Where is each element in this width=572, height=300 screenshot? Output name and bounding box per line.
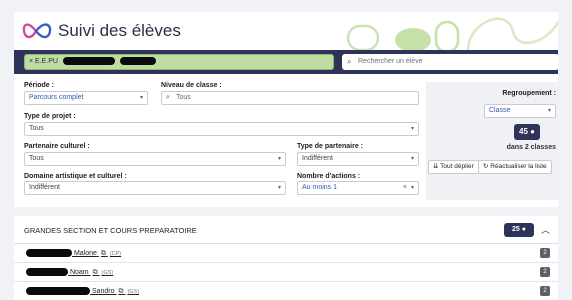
filter-panel: Période : Parcours complet ▾ Niveau de c… bbox=[14, 74, 560, 207]
student-name-link[interactable]: Malone ⧉ (CP) bbox=[26, 249, 121, 258]
student-list: GRANDES SECTION ET COURS PREPARATOIRE 25… bbox=[14, 216, 558, 300]
caret-down-icon: ▾ bbox=[410, 126, 414, 132]
app-title: Suivi des élèves bbox=[58, 21, 181, 40]
grouping-select[interactable]: Classe ▾ bbox=[484, 104, 556, 118]
caret-down-icon: ▾ bbox=[277, 156, 281, 162]
student-name: Malone bbox=[73, 249, 97, 257]
type-projet-value: Tous bbox=[29, 125, 44, 132]
chevron-up-icon[interactable]: ︿ bbox=[541, 223, 550, 236]
section-header[interactable]: GRANDES SECTION ET COURS PREPARATOIRE 25… bbox=[14, 216, 558, 244]
redacted-name bbox=[119, 57, 156, 66]
student-level: (GS) bbox=[127, 288, 140, 295]
decorative-shapes bbox=[346, 17, 558, 52]
domaine-label: Domaine artistique et culturel : bbox=[24, 173, 127, 180]
section-count-badge: 25 ● bbox=[504, 223, 534, 237]
nb-actions-value: Au moins 1 bbox=[302, 184, 338, 191]
action-count-badge: 2 bbox=[540, 267, 550, 277]
caret-down-icon: ▾ bbox=[547, 108, 551, 114]
redacted-name bbox=[26, 268, 68, 276]
logo-icon bbox=[22, 23, 52, 39]
user-icon: ● bbox=[530, 127, 535, 136]
niveau-label: Niveau de classe : bbox=[161, 82, 222, 89]
niveau-placeholder: Tous bbox=[176, 94, 191, 101]
external-link-icon: ⧉ bbox=[92, 268, 98, 276]
refresh-list-label: Réactualiser la liste bbox=[490, 163, 547, 170]
student-name-link[interactable]: Noam ⧉ (GS) bbox=[26, 268, 113, 277]
search-icon: ⌕ bbox=[347, 57, 352, 66]
periode-select[interactable]: Parcours complet ▾ bbox=[24, 91, 148, 105]
type-partenaire-select[interactable]: Indifférent ▾ bbox=[297, 152, 419, 166]
external-link-icon: ⧉ bbox=[100, 249, 106, 257]
expand-all-button[interactable]: ⇊ Tout déplier bbox=[428, 160, 479, 174]
caret-down-icon: ▾ bbox=[139, 95, 143, 101]
app-header: Suivi des élèves bbox=[14, 12, 558, 52]
redacted-name bbox=[26, 249, 72, 257]
expand-icon: ⇊ bbox=[433, 163, 439, 170]
caret-down-icon: ▾ bbox=[277, 185, 281, 191]
filter-chip-label: × E.E.PU bbox=[29, 58, 58, 65]
partenaire-label: Partenaire culturel : bbox=[24, 143, 90, 150]
grouping-value: Classe bbox=[489, 107, 511, 114]
partenaire-value: Tous bbox=[29, 155, 44, 162]
type-projet-select[interactable]: Tous ▾ bbox=[24, 122, 419, 136]
user-icon: ● bbox=[521, 226, 526, 233]
expand-all-label: Tout déplier bbox=[440, 163, 474, 170]
external-link-icon: ⧉ bbox=[118, 287, 124, 295]
establishment-filter-input[interactable]: × E.E.PU bbox=[24, 54, 334, 70]
domaine-select[interactable]: Indifférent ▾ bbox=[24, 181, 286, 195]
domaine-value: Indifférent bbox=[29, 184, 61, 191]
caret-down-icon: ▾ bbox=[410, 185, 414, 191]
type-partenaire-value: Indifférent bbox=[302, 155, 334, 162]
section-count: 25 bbox=[512, 226, 520, 233]
redacted-name bbox=[62, 57, 115, 66]
niveau-input[interactable]: ⌕ Tous bbox=[161, 91, 419, 105]
nb-actions-label: Nombre d'actions : bbox=[297, 173, 361, 180]
search-placeholder: Rechercher un élève bbox=[358, 58, 423, 65]
student-row[interactable]: Sandro ⧉ (GS) 2 bbox=[14, 282, 558, 300]
student-name: Sandro bbox=[91, 287, 115, 295]
redacted-name bbox=[26, 287, 90, 295]
search-icon: ⌕ bbox=[166, 94, 170, 101]
student-name: Noam bbox=[69, 268, 89, 276]
student-count: 45 bbox=[519, 127, 528, 136]
action-count-badge: 2 bbox=[540, 248, 550, 258]
student-level: (CP) bbox=[109, 250, 122, 257]
action-count-badge: 2 bbox=[540, 286, 550, 296]
periode-label: Période : bbox=[24, 82, 54, 89]
student-row[interactable]: Malone ⧉ (CP) 2 bbox=[14, 244, 558, 263]
grouping-panel: Regroupement : Classe ▾ 45 ● dans 2 clas… bbox=[426, 82, 560, 200]
clear-icon[interactable]: × bbox=[403, 182, 407, 194]
refresh-icon: ↻ bbox=[483, 163, 489, 170]
search-band: × E.E.PU ⌕ Rechercher un élève bbox=[14, 50, 559, 74]
section-title: GRANDES SECTION ET COURS PREPARATOIRE bbox=[24, 226, 197, 235]
student-name-link[interactable]: Sandro ⧉ (GS) bbox=[26, 287, 139, 296]
student-level: (GS) bbox=[101, 269, 114, 276]
refresh-list-button[interactable]: ↻ Réactualiser la liste bbox=[478, 160, 552, 174]
grouping-label: Regroupement : bbox=[502, 90, 556, 97]
partenaire-select[interactable]: Tous ▾ bbox=[24, 152, 286, 166]
student-count-badge: 45 ● bbox=[514, 124, 540, 140]
nb-actions-select[interactable]: Au moins 1 × ▾ bbox=[297, 181, 419, 195]
type-projet-label: Type de projet : bbox=[24, 113, 76, 120]
caret-down-icon: ▾ bbox=[410, 156, 414, 162]
type-partenaire-label: Type de partenaire : bbox=[297, 143, 364, 150]
student-row[interactable]: Noam ⧉ (GS) 2 bbox=[14, 263, 558, 282]
student-search-input[interactable]: ⌕ Rechercher un élève bbox=[342, 54, 559, 70]
classes-count: dans 2 classes bbox=[506, 144, 556, 151]
periode-value: Parcours complet bbox=[29, 94, 84, 101]
